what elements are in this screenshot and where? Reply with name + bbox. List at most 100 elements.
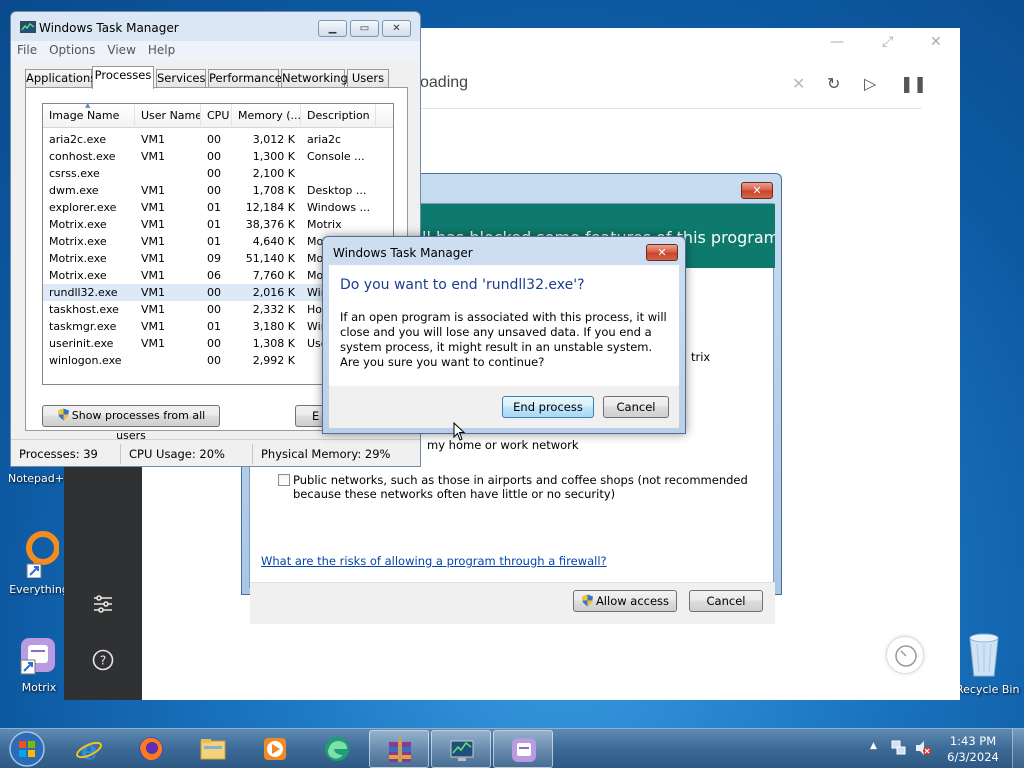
tab-networking[interactable]: Networking <box>281 69 348 88</box>
dialog-cancel-button[interactable]: Cancel <box>603 396 669 418</box>
show-all-processes-button[interactable]: Show processes from all users <box>42 405 220 442</box>
file-explorer-icon <box>200 739 226 760</box>
cell-mem: 4,640 K <box>252 235 295 248</box>
cell-cpu: 00 <box>207 184 221 197</box>
maximize-button[interactable]: ▭ <box>350 20 379 37</box>
minimize-icon[interactable]: — <box>830 34 844 50</box>
task-manager-icon <box>450 740 474 761</box>
taskbar-file-explorer[interactable] <box>183 730 243 768</box>
cell-cpu: 06 <box>207 269 221 282</box>
pause-all-icon[interactable]: ❚❚ <box>900 74 927 93</box>
dialog-end-process-button[interactable]: End process <box>502 396 594 418</box>
table-row[interactable]: conhost.exe VM1 00 1,300 K Console ... <box>43 148 393 165</box>
cell-mem: 1,308 K <box>252 337 295 350</box>
cell-name: taskhost.exe <box>49 303 119 316</box>
close-button[interactable]: ✕ <box>382 20 411 37</box>
table-row[interactable]: aria2c.exe VM1 00 3,012 K aria2c <box>43 131 393 148</box>
column-cpu[interactable]: CPU <box>201 104 232 128</box>
cell-desc <box>301 165 376 182</box>
table-row[interactable]: Motrix.exe VM1 01 38,376 K Motrix <box>43 216 393 233</box>
help-icon[interactable]: ? <box>91 648 115 672</box>
cell-cpu: 00 <box>207 354 221 367</box>
menu-view[interactable]: View <box>101 41 141 59</box>
cell-cpu: 00 <box>207 133 221 146</box>
tab-processes[interactable]: Processes <box>92 66 154 89</box>
cell-cpu: 01 <box>207 201 221 214</box>
dialog-close-button[interactable]: ✕ <box>646 244 678 261</box>
cell-user: VM1 <box>141 218 166 231</box>
end-process-button[interactable]: E <box>295 405 325 427</box>
preferences-icon[interactable] <box>91 592 115 616</box>
start-button[interactable] <box>4 729 50 768</box>
shield-icon <box>581 594 593 607</box>
taskbar-motrix[interactable] <box>493 730 553 768</box>
taskbar-internet-explorer[interactable]: e <box>59 730 119 768</box>
status-processes: Processes: 39 <box>11 444 121 464</box>
taskbar-firefox[interactable] <box>121 730 181 768</box>
recycle-bin-icon <box>969 633 999 677</box>
firewall-risks-link[interactable]: What are the risks of allowing a program… <box>261 554 607 568</box>
tab-services[interactable]: Services <box>156 69 206 88</box>
cell-cpu: 01 <box>207 235 221 248</box>
cell-user: VM1 <box>141 201 166 214</box>
cell-user: VM1 <box>141 252 166 265</box>
firewall-footer: Allow access Cancel <box>250 582 775 624</box>
cell-mem: 3,012 K <box>252 133 295 146</box>
cell-mem: 2,100 K <box>252 167 295 180</box>
cell-name: winlogon.exe <box>49 354 122 367</box>
cell-user: VM1 <box>141 303 166 316</box>
table-row[interactable]: csrss.exe 00 2,100 K <box>43 165 393 182</box>
show-desktop-button[interactable] <box>1012 729 1024 768</box>
column-description[interactable]: Description <box>301 104 376 128</box>
show-hidden-icons-icon[interactable]: ▲ <box>870 741 877 751</box>
column-memory[interactable]: Memory (... <box>232 104 301 128</box>
tab-performance[interactable]: Performance <box>208 69 282 88</box>
column-user-name[interactable]: User Name <box>135 104 201 128</box>
public-networks-label-2: because these networks often have little… <box>293 487 616 501</box>
taskbar: e ▲ 1:43 PM 6/3/2024 <box>0 728 1024 768</box>
minimize-button[interactable]: ▁ <box>318 20 347 37</box>
task-tab-title[interactable]: oading <box>420 74 468 92</box>
menu-options[interactable]: Options <box>43 41 101 59</box>
table-row[interactable]: dwm.exe VM1 00 1,708 K Desktop ... <box>43 182 393 199</box>
sort-ascending-icon: ▲ <box>85 103 91 109</box>
table-row[interactable]: explorer.exe VM1 01 12,184 K Windows ... <box>43 199 393 216</box>
public-networks-checkbox[interactable] <box>278 474 290 486</box>
cell-mem: 1,708 K <box>252 184 295 197</box>
taskbar-winrar[interactable] <box>369 730 429 768</box>
menu-bar: File Options View Help <box>11 41 420 61</box>
cell-name: Motrix.exe <box>49 235 107 248</box>
allow-access-button[interactable]: Allow access <box>573 590 677 612</box>
firewall-cancel-button[interactable]: Cancel <box>689 590 763 612</box>
private-networks-label: my home or work network <box>427 438 579 452</box>
refresh-icon[interactable]: ↻ <box>827 74 840 93</box>
program-name-fragment: trix <box>691 350 711 364</box>
network-icon[interactable] <box>890 739 908 757</box>
cell-mem: 3,180 K <box>252 320 295 333</box>
close-icon[interactable]: ✕ <box>930 34 942 50</box>
cell-user: VM1 <box>141 150 166 163</box>
menu-help[interactable]: Help <box>142 41 181 59</box>
menu-file[interactable]: File <box>11 41 43 59</box>
clear-icon[interactable]: ✕ <box>792 74 805 93</box>
taskbar-task-manager[interactable] <box>431 730 491 768</box>
status-cpu-usage: CPU Usage: 20% <box>121 444 253 464</box>
speedometer-icon[interactable] <box>886 636 924 674</box>
cell-name: explorer.exe <box>49 201 117 214</box>
cell-user <box>135 352 201 369</box>
show-all-processes-label: Show processes from all users <box>71 409 206 442</box>
clock[interactable]: 1:43 PM 6/3/2024 <box>938 733 1008 765</box>
cell-user: VM1 <box>141 269 166 282</box>
volume-muted-icon[interactable] <box>914 739 932 757</box>
maximize-icon[interactable]: ⤢ <box>882 34 893 50</box>
cell-name: dwm.exe <box>49 184 99 197</box>
firefox-icon <box>139 737 163 761</box>
resume-all-icon[interactable]: ▷ <box>864 74 876 93</box>
taskbar-edge[interactable] <box>307 730 367 768</box>
close-icon[interactable]: ✕ <box>741 182 773 199</box>
winrar-icon <box>389 738 411 762</box>
tab-applications[interactable]: Applications <box>25 69 96 88</box>
taskbar-media-player[interactable] <box>245 730 305 768</box>
cell-user: VM1 <box>141 133 166 146</box>
tab-users[interactable]: Users <box>347 69 389 88</box>
